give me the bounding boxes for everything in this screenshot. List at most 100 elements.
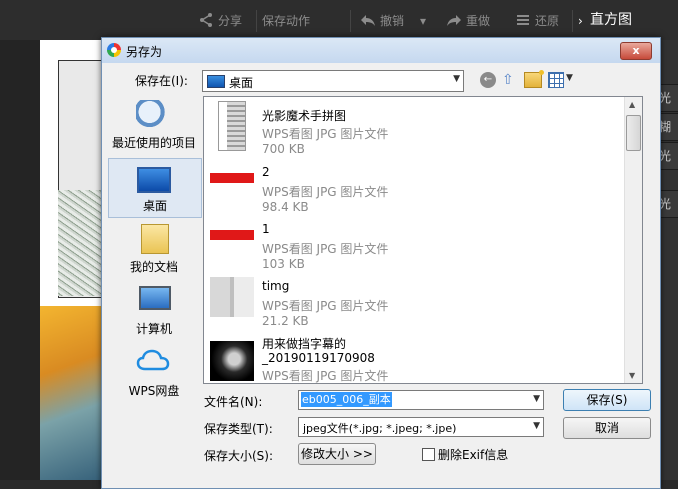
save-in-dropdown[interactable]: 桌面 ▼ (202, 70, 464, 92)
place-wps-cloud[interactable]: WPS网盘 (108, 344, 200, 402)
scroll-up-icon[interactable]: ▲ (629, 100, 635, 109)
share-label: 分享 (218, 14, 243, 28)
up-folder-icon[interactable]: ⇧ (502, 71, 518, 89)
computer-icon (139, 286, 171, 310)
comic-color-panel (40, 306, 110, 480)
file-size-label: 保存大小(S): (204, 449, 274, 463)
save-action-button[interactable]: 保存动作 (262, 10, 310, 32)
file-name: timg (262, 279, 290, 293)
file-name-input[interactable]: eb005_006_副本 ▼ (298, 390, 544, 410)
side-tool-button[interactable]: 光 (658, 142, 678, 170)
save-as-dialog: 另存为 x 保存在(I): 桌面 ▼ ← ⇧ ▼ 最近使用的项目 桌面 我的文档… (101, 37, 661, 489)
dialog-titlebar[interactable]: 另存为 x (102, 38, 660, 63)
save-action-label: 保存动作 (262, 14, 311, 28)
image-thumbnail (210, 230, 254, 240)
cloud-icon (136, 349, 170, 371)
place-label: 最近使用的项目 (111, 136, 196, 150)
panel-expand-icon[interactable]: › (578, 10, 583, 32)
restore-button[interactable]: 还原 (515, 10, 559, 32)
file-list[interactable]: 光影魔术手拼图 WPS看图 JPG 图片文件 700 KB 2 WPS看图 JP… (203, 96, 643, 384)
close-button[interactable]: x (620, 42, 652, 60)
file-name: 光影魔术手拼图 (262, 109, 347, 123)
side-tool-button[interactable]: 糊 (658, 113, 678, 141)
resize-button[interactable]: 修改大小 >> (298, 443, 376, 465)
app-logo-icon (107, 43, 121, 57)
file-type: WPS看图 JPG 图片文件 (262, 242, 389, 256)
file-type: WPS看图 JPG 图片文件 (262, 127, 389, 141)
file-type-value: jpeg文件(*.jpg; *.jpeg; *.jpe) (303, 422, 457, 435)
place-computer[interactable]: 计算机 (108, 282, 200, 340)
navigation-toolbar: ← ⇧ ▼ (478, 70, 588, 90)
new-folder-icon[interactable] (524, 70, 544, 88)
recent-items-icon (136, 100, 170, 130)
file-item[interactable]: 用来做挡字幕的 _20190119170908 WPS看图 JPG 图片文件 (204, 325, 624, 383)
image-thumbnail (210, 173, 254, 183)
file-item[interactable]: 光影魔术手拼图 WPS看图 JPG 图片文件 700 KB (204, 97, 624, 156)
redo-label: 重做 (466, 14, 491, 28)
file-item[interactable]: 1 WPS看图 JPG 图片文件 103 KB (204, 212, 624, 271)
file-type: WPS看图 JPG 图片文件 (262, 185, 389, 199)
place-label: WPS网盘 (128, 384, 180, 398)
dialog-title: 另存为 (126, 45, 163, 59)
toolbar-divider (350, 10, 351, 32)
file-name-label: 文件名(N): (204, 395, 263, 409)
place-label: 计算机 (135, 322, 172, 336)
side-tool-button[interactable]: 光 (658, 190, 678, 218)
view-menu-icon[interactable] (548, 72, 564, 88)
place-documents[interactable]: 我的文档 (108, 220, 200, 278)
file-item[interactable]: timg WPS看图 JPG 图片文件 21.2 KB (204, 269, 624, 328)
file-type: WPS看图 JPG 图片文件 (262, 299, 389, 313)
app-toolbar: 分享 保存动作 撤销 ▾ 重做 还原 › 直方图 (0, 0, 678, 41)
save-button[interactable]: 保存(S) (563, 389, 651, 411)
chevron-down-icon: ▼ (453, 74, 460, 84)
documents-icon (141, 224, 169, 254)
checkbox-icon[interactable] (422, 448, 435, 461)
back-icon[interactable]: ← (480, 72, 496, 88)
file-name-line2: _20190119170908 (262, 351, 375, 365)
file-name: 1 (262, 222, 270, 236)
chevron-down-icon[interactable]: ▼ (566, 73, 573, 83)
histogram-panel-title[interactable]: 直方图 (590, 9, 632, 31)
place-desktop[interactable]: 桌面 (108, 158, 202, 218)
restore-label: 还原 (535, 14, 560, 28)
file-type: WPS看图 JPG 图片文件 (262, 369, 389, 383)
image-thumbnail (218, 101, 246, 151)
undo-dropdown-icon[interactable]: ▾ (420, 10, 426, 32)
file-item[interactable]: 2 WPS看图 JPG 图片文件 98.4 KB (204, 155, 624, 214)
chevron-down-icon: ▼ (533, 421, 540, 431)
places-bar: 最近使用的项目 桌面 我的文档 计算机 WPS网盘 (108, 96, 202, 406)
toolbar-divider (256, 10, 257, 32)
desktop-icon (137, 167, 171, 193)
save-in-value: 桌面 (229, 76, 254, 90)
right-tool-panel: 光 糊 光 光 (658, 40, 678, 480)
scroll-down-icon[interactable]: ▼ (629, 371, 635, 380)
remove-exif-checkbox[interactable]: 删除Exif信息 (422, 446, 508, 463)
save-in-label: 保存在(I): (135, 74, 188, 88)
place-label: 我的文档 (129, 260, 178, 274)
restore-icon (517, 15, 529, 25)
undo-label: 撤销 (380, 14, 405, 28)
scrollbar-thumb[interactable] (626, 115, 641, 151)
side-tool-button[interactable]: 光 (658, 84, 678, 112)
undo-icon (361, 15, 375, 26)
share-button[interactable]: 分享 (198, 10, 242, 32)
chevron-down-icon[interactable]: ▼ (533, 394, 540, 404)
cancel-button[interactable]: 取消 (563, 417, 651, 439)
desktop-icon (207, 75, 225, 88)
place-recent[interactable]: 最近使用的项目 (108, 96, 200, 154)
undo-button[interactable]: 撤销 (360, 10, 404, 32)
place-label: 桌面 (142, 199, 167, 213)
redo-icon (447, 15, 461, 26)
redo-button[interactable]: 重做 (446, 10, 490, 32)
image-thumbnail (210, 341, 254, 381)
file-name-line1: 用来做挡字幕的 (262, 337, 347, 351)
file-type-dropdown[interactable]: jpeg文件(*.jpg; *.jpeg; *.jpe) ▼ (298, 417, 544, 437)
file-name-value: eb005_006_副本 (301, 392, 392, 407)
image-thumbnail (210, 277, 254, 317)
toolbar-divider (572, 10, 573, 32)
file-type-label: 保存类型(T): (204, 422, 273, 436)
share-icon (200, 13, 212, 27)
file-size: 700 KB (262, 142, 305, 156)
file-name: 2 (262, 165, 270, 179)
vertical-scrollbar[interactable]: ▲ ▼ (624, 97, 642, 383)
